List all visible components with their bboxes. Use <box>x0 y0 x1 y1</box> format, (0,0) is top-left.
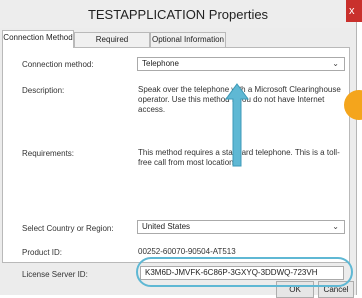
properties-dialog: TESTAPPLICATION Properties x Connection … <box>0 0 362 298</box>
product-id-value: 00252-60070-90504-AT513 <box>138 247 236 256</box>
tab-optional-information[interactable]: Optional Information <box>150 32 226 47</box>
license-id-highlight-ellipse <box>136 257 353 287</box>
country-select[interactable]: United States ⌄ <box>137 220 345 234</box>
close-button[interactable]: x <box>346 0 362 22</box>
chevron-down-icon: ⌄ <box>332 59 339 68</box>
tab-connection-method[interactable]: Connection Method <box>2 30 74 48</box>
country-label: Select Country or Region: <box>22 224 114 233</box>
window-title: TESTAPPLICATION Properties <box>87 7 269 22</box>
product-id-label: Product ID: <box>22 248 63 257</box>
up-arrow-icon <box>225 83 249 167</box>
country-value: United States <box>142 222 191 231</box>
title-bar: TESTAPPLICATION Properties x <box>0 0 362 28</box>
chevron-down-icon: ⌄ <box>332 222 339 231</box>
description-label: Description: <box>22 86 65 95</box>
tab-required-information[interactable]: Required Information <box>74 32 150 58</box>
connection-method-value: Telephone <box>142 59 179 68</box>
connection-method-label: Connection method: <box>22 60 94 69</box>
license-server-id-label: License Server ID: <box>22 270 88 279</box>
connection-method-select[interactable]: Telephone ⌄ <box>137 57 345 71</box>
requirements-label: Requirements: <box>22 149 75 158</box>
